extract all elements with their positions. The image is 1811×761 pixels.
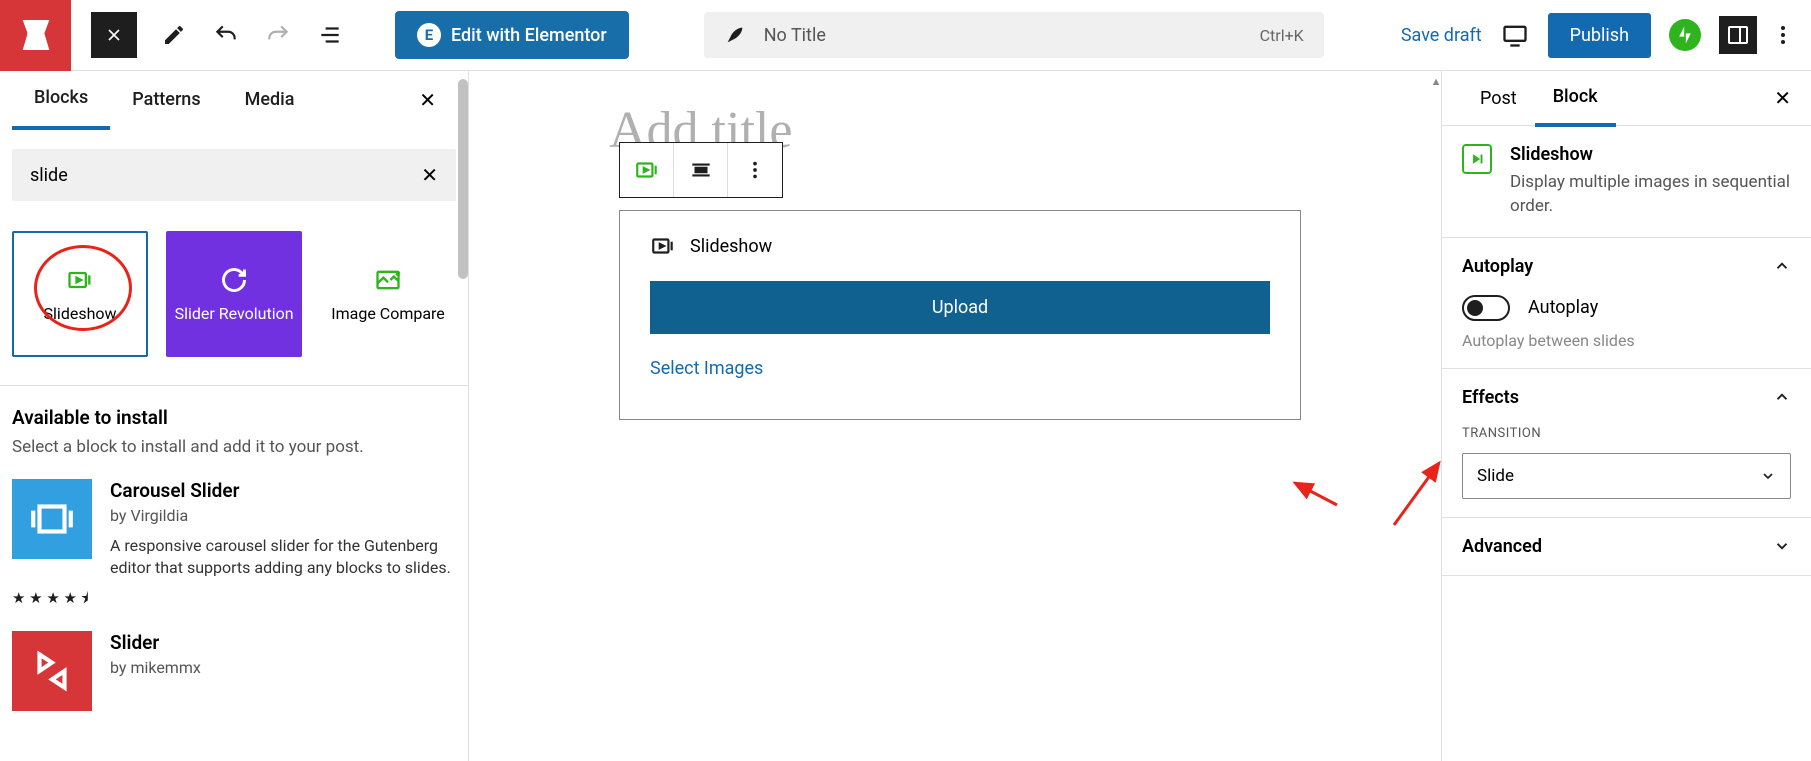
slider-revolution-icon xyxy=(218,264,250,296)
upload-button[interactable]: Upload xyxy=(650,281,1270,334)
close-icon[interactable]: ✕ xyxy=(419,88,436,112)
chevron-up-icon xyxy=(1773,257,1791,275)
tab-block[interactable]: Block xyxy=(1535,70,1616,127)
top-toolbar: E Edit with Elementor No Title Ctrl+K Sa… xyxy=(0,0,1811,71)
save-draft-button[interactable]: Save draft xyxy=(1401,25,1482,46)
chevron-down-icon xyxy=(1760,468,1776,484)
block-slider-revolution[interactable]: Slider Revolution xyxy=(166,231,302,357)
slideshow-label: Slideshow xyxy=(690,236,772,257)
select-images-link[interactable]: Select Images xyxy=(650,358,763,379)
block-title: Slideshow xyxy=(1510,144,1791,165)
tab-blocks[interactable]: Blocks xyxy=(12,69,110,130)
settings-sidebar: Post Block ✕ Slideshow Display multiple … xyxy=(1441,71,1811,761)
site-logo[interactable] xyxy=(0,0,71,71)
edit-icon[interactable] xyxy=(159,20,189,50)
document-title-bar[interactable]: No Title Ctrl+K xyxy=(704,12,1324,58)
close-sidebar-icon[interactable]: ✕ xyxy=(1774,86,1791,110)
main-layout: Blocks Patterns Media ✕ ✕ Slideshow Slid… xyxy=(0,71,1811,761)
panel-header-autoplay[interactable]: Autoplay xyxy=(1462,256,1791,277)
panel-header-advanced[interactable]: Advanced xyxy=(1462,536,1791,557)
toggle-label: Autoplay xyxy=(1528,297,1598,318)
install-desc: Select a block to install and add it to … xyxy=(12,437,456,457)
annotation-arrow xyxy=(1287,475,1347,515)
editor-canvas: ▲ Add title Slideshow xyxy=(469,71,1441,761)
block-label: Slider Revolution xyxy=(171,304,298,325)
undo-icon[interactable] xyxy=(211,20,241,50)
slideshow-header: Slideshow xyxy=(650,233,1270,259)
elementor-icon: E xyxy=(417,23,441,47)
block-label: Slideshow xyxy=(40,304,121,325)
block-label: Image Compare xyxy=(327,304,449,325)
slideshow-placeholder: Slideshow Upload Select Images xyxy=(619,210,1301,420)
tab-media[interactable]: Media xyxy=(223,71,317,128)
install-name: Carousel Slider xyxy=(110,479,456,502)
select-value: Slide xyxy=(1477,466,1514,486)
install-title: Available to install xyxy=(12,406,456,429)
toolbar-right: Save draft Publish xyxy=(1401,13,1811,58)
slideshow-icon xyxy=(64,264,96,296)
install-author: by Virgildia xyxy=(110,506,456,525)
inserter-panel: Blocks Patterns Media ✕ ✕ Slideshow Slid… xyxy=(0,71,469,761)
install-author: by mikemmx xyxy=(110,658,456,677)
shortcut-hint: Ctrl+K xyxy=(1260,26,1304,45)
panel-autoplay: Autoplay Autoplay Autoplay between slide… xyxy=(1442,238,1811,369)
canvas-scrollbar[interactable]: ▲ xyxy=(1431,75,1441,755)
install-text: A responsive carousel slider for the Gut… xyxy=(110,535,456,580)
block-toolbar xyxy=(619,142,783,198)
install-item-carousel-slider[interactable]: Carousel Slider by Virgildia A responsiv… xyxy=(12,479,456,580)
redo-icon[interactable] xyxy=(263,20,293,50)
panel-header-effects[interactable]: Effects xyxy=(1462,387,1791,408)
transition-select[interactable]: Slide xyxy=(1462,453,1791,499)
publish-button[interactable]: Publish xyxy=(1548,13,1651,58)
install-body: Carousel Slider by Virgildia A responsiv… xyxy=(110,479,456,580)
settings-sidebar-toggle[interactable] xyxy=(1719,16,1757,54)
tab-patterns[interactable]: Patterns xyxy=(110,71,222,128)
align-icon[interactable] xyxy=(674,143,728,197)
carousel-slider-thumb xyxy=(12,479,92,559)
block-image-compare[interactable]: Image Compare xyxy=(320,231,456,357)
install-name: Slider xyxy=(110,631,456,654)
inserter-tabs: Blocks Patterns Media ✕ xyxy=(0,71,468,129)
slideshow-icon xyxy=(650,233,676,259)
block-desc: Display multiple images in sequential or… xyxy=(1510,171,1791,219)
autoplay-toggle[interactable] xyxy=(1462,295,1510,321)
install-item-slider[interactable]: Slider by mikemmx xyxy=(12,631,456,711)
more-options-icon[interactable] xyxy=(1775,23,1791,47)
install-body: Slider by mikemmx xyxy=(110,631,456,711)
panel-advanced: Advanced xyxy=(1442,518,1811,576)
block-search[interactable]: ✕ xyxy=(12,149,456,201)
chevron-down-icon xyxy=(1773,537,1791,555)
document-title: No Title xyxy=(764,25,1260,46)
blocks-grid: Slideshow Slider Revolution Image Compar… xyxy=(0,213,468,385)
slideshow-icon xyxy=(1462,144,1492,174)
clear-search-icon[interactable]: ✕ xyxy=(421,163,438,187)
elementor-label: Edit with Elementor xyxy=(451,25,607,46)
image-compare-icon xyxy=(372,264,404,296)
settings-tabs: Post Block ✕ xyxy=(1442,71,1811,126)
search-input[interactable] xyxy=(30,165,421,186)
block-type-icon[interactable] xyxy=(620,143,674,197)
feather-icon xyxy=(724,24,746,46)
chevron-up-icon xyxy=(1773,388,1791,406)
close-inserter-button[interactable] xyxy=(91,12,137,58)
slider-thumb xyxy=(12,631,92,711)
jetpack-icon[interactable] xyxy=(1669,19,1701,51)
document-overview-icon[interactable] xyxy=(315,20,345,50)
tab-post[interactable]: Post xyxy=(1462,72,1535,125)
block-info: Slideshow Display multiple images in seq… xyxy=(1442,126,1811,238)
block-slideshow[interactable]: Slideshow xyxy=(12,231,148,357)
available-to-install: Available to install Select a block to i… xyxy=(0,386,468,755)
transition-label: TRANSITION xyxy=(1462,426,1791,441)
star-rating: ★ ★ ★ ★ ⯨ xyxy=(12,588,456,613)
toggle-desc: Autoplay between slides xyxy=(1462,331,1791,350)
preview-icon[interactable] xyxy=(1500,20,1530,50)
more-block-options-icon[interactable] xyxy=(728,143,782,197)
edit-with-elementor-button[interactable]: E Edit with Elementor xyxy=(395,11,629,59)
panel-effects: Effects TRANSITION Slide xyxy=(1442,369,1811,518)
